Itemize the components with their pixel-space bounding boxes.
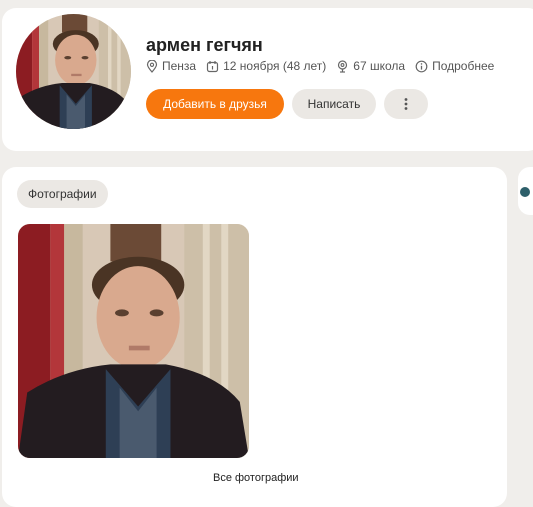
calendar-icon [207,60,219,72]
all-photos-link[interactable]: Все фотографии [213,472,299,484]
photo-thumbnail[interactable] [18,224,249,458]
school-label: 67 школа [353,59,406,73]
avatar-image [16,14,131,129]
vertical-dots-icon [404,98,408,110]
side-widget[interactable] [518,167,533,215]
school-item: 67 школа [336,59,405,73]
write-message-button[interactable]: Написать [292,89,376,119]
city-item: Пенза [146,59,196,73]
profile-name: армен гегчян [146,35,263,55]
info-icon [415,60,428,72]
avatar[interactable] [16,14,131,129]
birthday-label: 12 ноября (48 лет) [223,59,327,73]
birthday-item: 12 ноября (48 лет) [206,59,326,73]
photo-image [18,224,249,458]
more-info-item[interactable]: Подробнее [415,59,494,73]
more-info-link[interactable]: Подробнее [432,59,494,73]
profile-meta: Пенза 12 ноября (48 лет) 67 школа Подроб… [146,59,494,73]
graduation-cap-icon [338,59,348,73]
tab-photos[interactable]: Фотографии [17,180,108,208]
side-widget-icon [520,187,530,197]
more-menu-button[interactable] [384,89,428,119]
city-label: Пенза [162,59,197,73]
profile-actions: Добавить в друзья Написать [146,89,428,119]
location-pin-icon [146,59,158,73]
add-friend-button[interactable]: Добавить в друзья [146,89,284,119]
